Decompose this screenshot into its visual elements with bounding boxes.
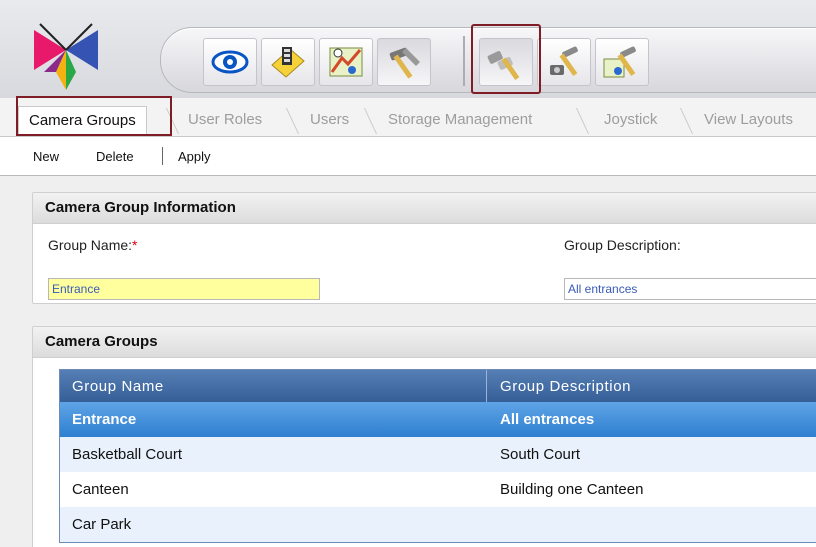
table-row[interactable]: Canteen Building one Canteen (60, 472, 816, 507)
active-tool-highlight (471, 24, 541, 94)
group-name-label: Group Name:* (48, 237, 138, 253)
eye-icon[interactable] (203, 38, 257, 86)
cell-group-name: Canteen (72, 481, 129, 498)
map-icon[interactable] (319, 38, 373, 86)
panel-title: Camera Group Information (33, 193, 816, 224)
delete-button[interactable]: Delete (96, 149, 134, 164)
column-separator[interactable] (486, 370, 487, 402)
command-separator (162, 147, 163, 165)
table-header: Group Name Group Description (60, 370, 816, 402)
tab-joystick[interactable]: Joystick (594, 106, 667, 134)
group-description-label: Group Description: (564, 237, 681, 253)
content-area: Camera Group Information Group Name:* Gr… (0, 176, 816, 547)
toolbar-pill (160, 24, 816, 94)
column-header-group-name[interactable]: Group Name (72, 378, 164, 395)
camera-groups-table: Group Name Group Description Entrance Al… (59, 369, 816, 543)
tab-view-layouts[interactable]: View Layouts (694, 106, 803, 134)
cell-group-name: Basketball Court (72, 446, 183, 463)
column-header-group-description[interactable]: Group Description (500, 378, 631, 395)
camera-tools-icon[interactable] (537, 38, 591, 86)
tab-users[interactable]: Users (300, 106, 359, 134)
map-tools-icon[interactable] (595, 38, 649, 86)
panel-title: Camera Groups (33, 327, 816, 358)
tab-user-roles[interactable]: User Roles (178, 106, 272, 134)
toolbar-separator (463, 36, 465, 86)
table-row[interactable]: Entrance All entrances (60, 402, 816, 437)
new-button[interactable]: New (33, 149, 59, 164)
tab-storage-management[interactable]: Storage Management (378, 106, 542, 134)
group-description-field[interactable] (564, 278, 816, 300)
cell-group-description: Building one Canteen (500, 481, 644, 498)
cell-group-name: Car Park (72, 516, 132, 533)
cell-group-description: South Court (500, 446, 581, 463)
cell-group-description: All entrances (500, 411, 595, 428)
camera-groups-panel: Camera Groups Group Name Group Descripti… (32, 326, 816, 547)
app-logo (34, 23, 98, 90)
active-tab-highlight (16, 96, 172, 136)
cell-group-name: Entrance (72, 411, 137, 428)
film-tag-icon[interactable] (261, 38, 315, 86)
top-toolbar (0, 0, 816, 98)
group-name-field[interactable] (48, 278, 320, 300)
table-row[interactable]: Basketball Court South Court (60, 437, 816, 472)
command-bar: New Delete Apply (0, 137, 816, 176)
hammer-tools-icon[interactable] (377, 38, 431, 86)
app-window: Camera Groups User Roles Users Storage M… (0, 0, 816, 547)
table-row[interactable]: Car Park (60, 507, 816, 542)
camera-group-info-panel: Camera Group Information Group Name:* Gr… (32, 192, 816, 304)
apply-button[interactable]: Apply (178, 149, 211, 164)
required-mark: * (132, 237, 138, 253)
